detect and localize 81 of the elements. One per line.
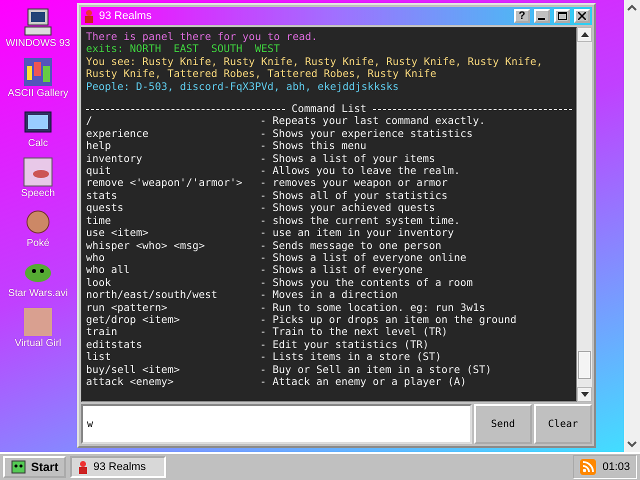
command-name: experience (86, 128, 150, 140)
start-logo-icon (11, 460, 27, 474)
command-description: - removes your weapon or armor (260, 177, 449, 190)
command-name: get/drop <item> (86, 314, 181, 326)
portrait-placeholder (22, 306, 54, 338)
command-description: - Allows you to leave the realm. (260, 165, 462, 178)
command-name: buy/sell <item> (86, 364, 181, 376)
command-input[interactable]: w (81, 404, 472, 444)
close-button[interactable] (574, 9, 590, 23)
up-arrow-icon[interactable] (580, 32, 588, 37)
clear-button[interactable]: Clear (534, 404, 592, 444)
maximize-icon (558, 12, 566, 20)
command-description: - Buy or Sell an item in a store (ST) (260, 364, 492, 376)
command-name: time (86, 214, 112, 228)
command-name: use <item> (86, 227, 150, 240)
command-name: quests (86, 202, 125, 215)
command-description: - Shows all of your statistics (260, 190, 449, 202)
command-name: look (86, 276, 112, 290)
desktop-icon-label[interactable]: Virtual Girl (14, 338, 62, 350)
app-icon (83, 9, 95, 23)
desktop-icon-label[interactable]: Poké (26, 238, 50, 250)
command-description: - use an item in your inventory (260, 227, 455, 240)
command-name: stats (86, 190, 118, 202)
command-name: / (86, 115, 94, 128)
lips-icon (22, 156, 54, 188)
help-button[interactable]: ? (514, 9, 530, 23)
command-description: - Moves in a direction (260, 289, 399, 302)
command-description: - Shows your experience statistics (260, 128, 474, 140)
gallery-icon (22, 56, 54, 88)
scroll-thumb[interactable] (578, 351, 591, 379)
scrollbar[interactable] (577, 27, 592, 402)
command-name: quit (86, 165, 112, 178)
command-name: attack <enemy> (86, 376, 175, 388)
command-description: - Shows a list of everyone (260, 264, 424, 277)
command-description: - Repeats your last command exactly. (260, 115, 486, 128)
message-line: You see: Rusty Knife, Rusty Knife, Rusty Knife, Rusty Knife, Rusty Knife, Rusty Knife, Tattered Robes, Tattered Robes, Rusty Knife (86, 56, 544, 81)
command-description: - Edit your statistics (TR) (260, 338, 430, 352)
desktop-icon-label[interactable]: Speech (21, 188, 55, 200)
window-title: 93 Realms (99, 10, 153, 22)
command-name: inventory (86, 152, 144, 166)
app-icon (78, 460, 88, 474)
send-button[interactable]: Send (474, 404, 532, 444)
command-name: whisper <who> <msg> (86, 240, 206, 252)
command-name: who (86, 252, 106, 264)
command-name: run <pattern> (86, 302, 168, 314)
message-line: exits: NORTH EAST SOUTH WEST (86, 43, 281, 56)
command-name: who all (86, 264, 131, 277)
command-description: - Train to the next level (TR) (260, 326, 449, 339)
clock: 01:03 (602, 461, 630, 473)
taskbar-task[interactable]: 93 Realms (70, 456, 166, 478)
minimize-button[interactable] (534, 9, 550, 23)
command-description: - Shows your achieved quests (260, 202, 436, 215)
command-name: list (86, 351, 112, 364)
computer-icon (22, 6, 54, 38)
command-description: - Sends message to one person (260, 240, 442, 252)
page-scrollbar[interactable] (624, 0, 640, 452)
command-description: - shows the current system time. (260, 214, 462, 228)
command-description: - Shows you the contents of a room (260, 276, 474, 290)
command-name: north/east/south/west (86, 289, 218, 302)
close-icon (578, 12, 586, 20)
start-button[interactable]: Start (3, 456, 66, 478)
command-name: editstats (86, 338, 144, 352)
desktop-icon-label[interactable]: Calc (28, 138, 48, 150)
maximize-button[interactable] (554, 9, 570, 23)
down-arrow-icon[interactable] (580, 392, 588, 397)
command-description: - Run to some location. eg: run 3w1s (260, 302, 486, 314)
command-description: - Lists items in a store (ST) (260, 351, 442, 364)
command-description: - Picks up or drops an item on the ground (260, 314, 518, 326)
desktop-icon-label[interactable]: Star Wars.avi (8, 288, 68, 300)
desktop-icon-label[interactable]: ASCII Gallery (8, 88, 68, 100)
message-line: People: D-503, discord-FqX3PVd, abh, ekejddjskksks (86, 80, 400, 94)
desktop-icon-label[interactable]: WINDOWS 93 (6, 38, 70, 50)
command-name: train (86, 326, 118, 339)
command-description: - Shows a list of your items (260, 152, 436, 166)
command-description: - Shows this menu (260, 140, 368, 153)
command-name: help (86, 140, 112, 153)
section-heading: Command List (291, 103, 367, 116)
command-description: - Attack an enemy or a player (A) (260, 376, 468, 388)
command-description: - Shows a list of everyone online (260, 252, 468, 264)
message-line: There is panel there for you to read. (86, 31, 318, 44)
command-name: remove <'weapon'/'armor'> (86, 177, 244, 190)
